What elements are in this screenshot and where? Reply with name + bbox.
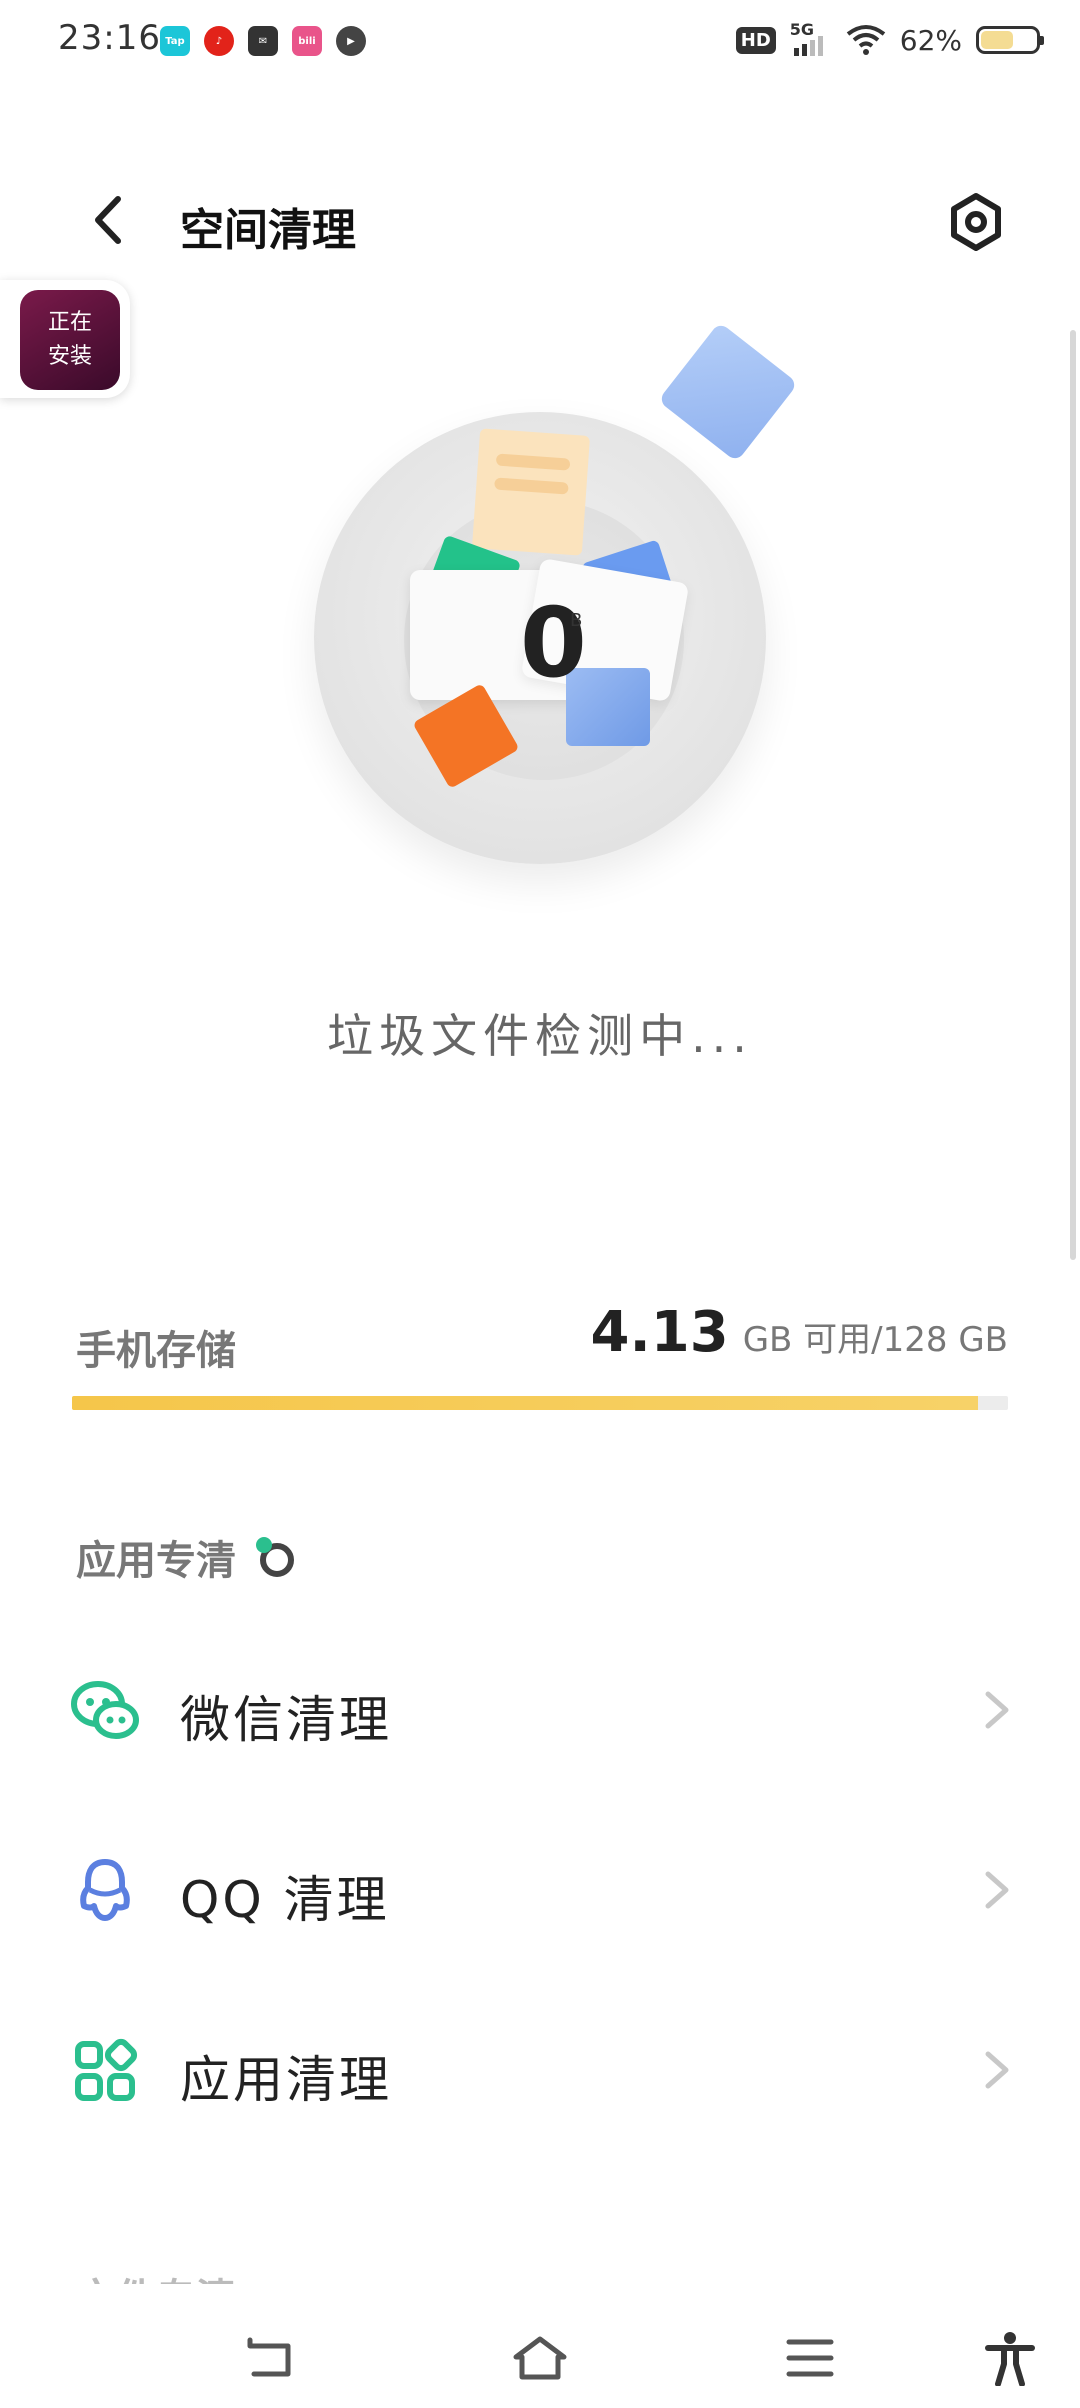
settings-hexagon-icon	[951, 193, 1001, 251]
storage-usage-bar	[72, 1396, 1008, 1410]
loading-spinner-icon	[256, 1537, 296, 1577]
wechat-icon	[70, 1676, 140, 1746]
installing-float[interactable]: 正在 安装	[0, 280, 130, 398]
status-bar: 23:16 Tap ♪ ✉ bili ▶ HD 5G 62%	[0, 0, 1080, 84]
status-time: 23:16	[58, 18, 161, 58]
home-icon	[513, 2336, 567, 2380]
section-title-text: 应用专清	[76, 1538, 236, 1584]
notification-icons: Tap ♪ ✉ bili ▶	[160, 26, 366, 56]
storage-free-value: 4.13	[590, 1300, 729, 1365]
back-button[interactable]	[80, 192, 136, 248]
storage-value: 4.13 GB 可用/128 GB	[591, 1300, 1008, 1365]
menu-icon	[786, 2339, 834, 2377]
status-right: HD 5G 62%	[735, 20, 1044, 58]
app-cleanup-section-title: 应用专清	[76, 1528, 296, 1586]
apps-cleanup-item[interactable]: 应用清理	[0, 2006, 1080, 2126]
yellow-doc-card	[471, 428, 591, 556]
item-label: 微信清理	[180, 1691, 392, 1749]
battery-icon	[976, 26, 1044, 54]
junk-bowl-illustration: 0 B	[300, 320, 820, 880]
file-cleanup-section-title-partial: 文件专清	[76, 2266, 236, 2284]
qq-icon	[70, 1856, 140, 1926]
apps-grid-icon	[70, 2036, 140, 2106]
wechat-cleanup-item[interactable]: 微信清理	[0, 1646, 1080, 1766]
qq-cleanup-item[interactable]: QQ 清理	[0, 1826, 1080, 1946]
hd-icon: HD	[735, 26, 776, 54]
chevron-right-icon	[982, 1870, 1012, 1910]
installing-label: 正在 安装	[47, 310, 92, 369]
nav-back-icon	[247, 2337, 291, 2377]
accessibility-button[interactable]	[980, 2328, 1040, 2388]
page-title: 空间清理	[180, 205, 356, 256]
navigation-bar	[0, 2300, 1080, 2408]
battery-percent: 62%	[899, 23, 962, 57]
nav-home-button[interactable]	[510, 2328, 570, 2388]
header: 空间清理	[0, 180, 1080, 260]
chevron-right-icon	[982, 2050, 1012, 2090]
storage-free-unit: GB 可用/128 GB	[742, 1320, 1008, 1360]
item-label: 应用清理	[180, 2051, 392, 2109]
item-label: QQ 清理	[180, 1871, 390, 1929]
cellular-signal-icon: 5G	[790, 20, 832, 58]
storage-used-fill	[72, 1396, 979, 1410]
accessibility-icon	[985, 2332, 1035, 2386]
scan-status-text: 垃圾文件检测中...	[327, 1009, 753, 1063]
installing-app-thumb: 正在 安装	[20, 290, 120, 390]
scrollbar[interactable]	[1070, 330, 1076, 1260]
chevron-right-icon	[982, 1690, 1012, 1730]
taptap-icon: Tap	[160, 26, 190, 56]
netease-music-icon: ♪	[204, 26, 234, 56]
floating-blue-card	[657, 321, 799, 463]
junk-size-unit: B	[570, 610, 583, 631]
bilibili-icon: bili	[292, 26, 322, 56]
mail-icon: ✉	[248, 26, 278, 56]
nav-back-button[interactable]	[240, 2328, 300, 2388]
back-arrow-icon	[95, 196, 121, 244]
settings-button[interactable]	[946, 192, 1006, 252]
wifi-icon	[846, 25, 885, 55]
storage-label: 手机存储	[76, 1328, 236, 1374]
video-player-icon: ▶	[336, 26, 366, 56]
nav-recents-button[interactable]	[780, 2328, 840, 2388]
